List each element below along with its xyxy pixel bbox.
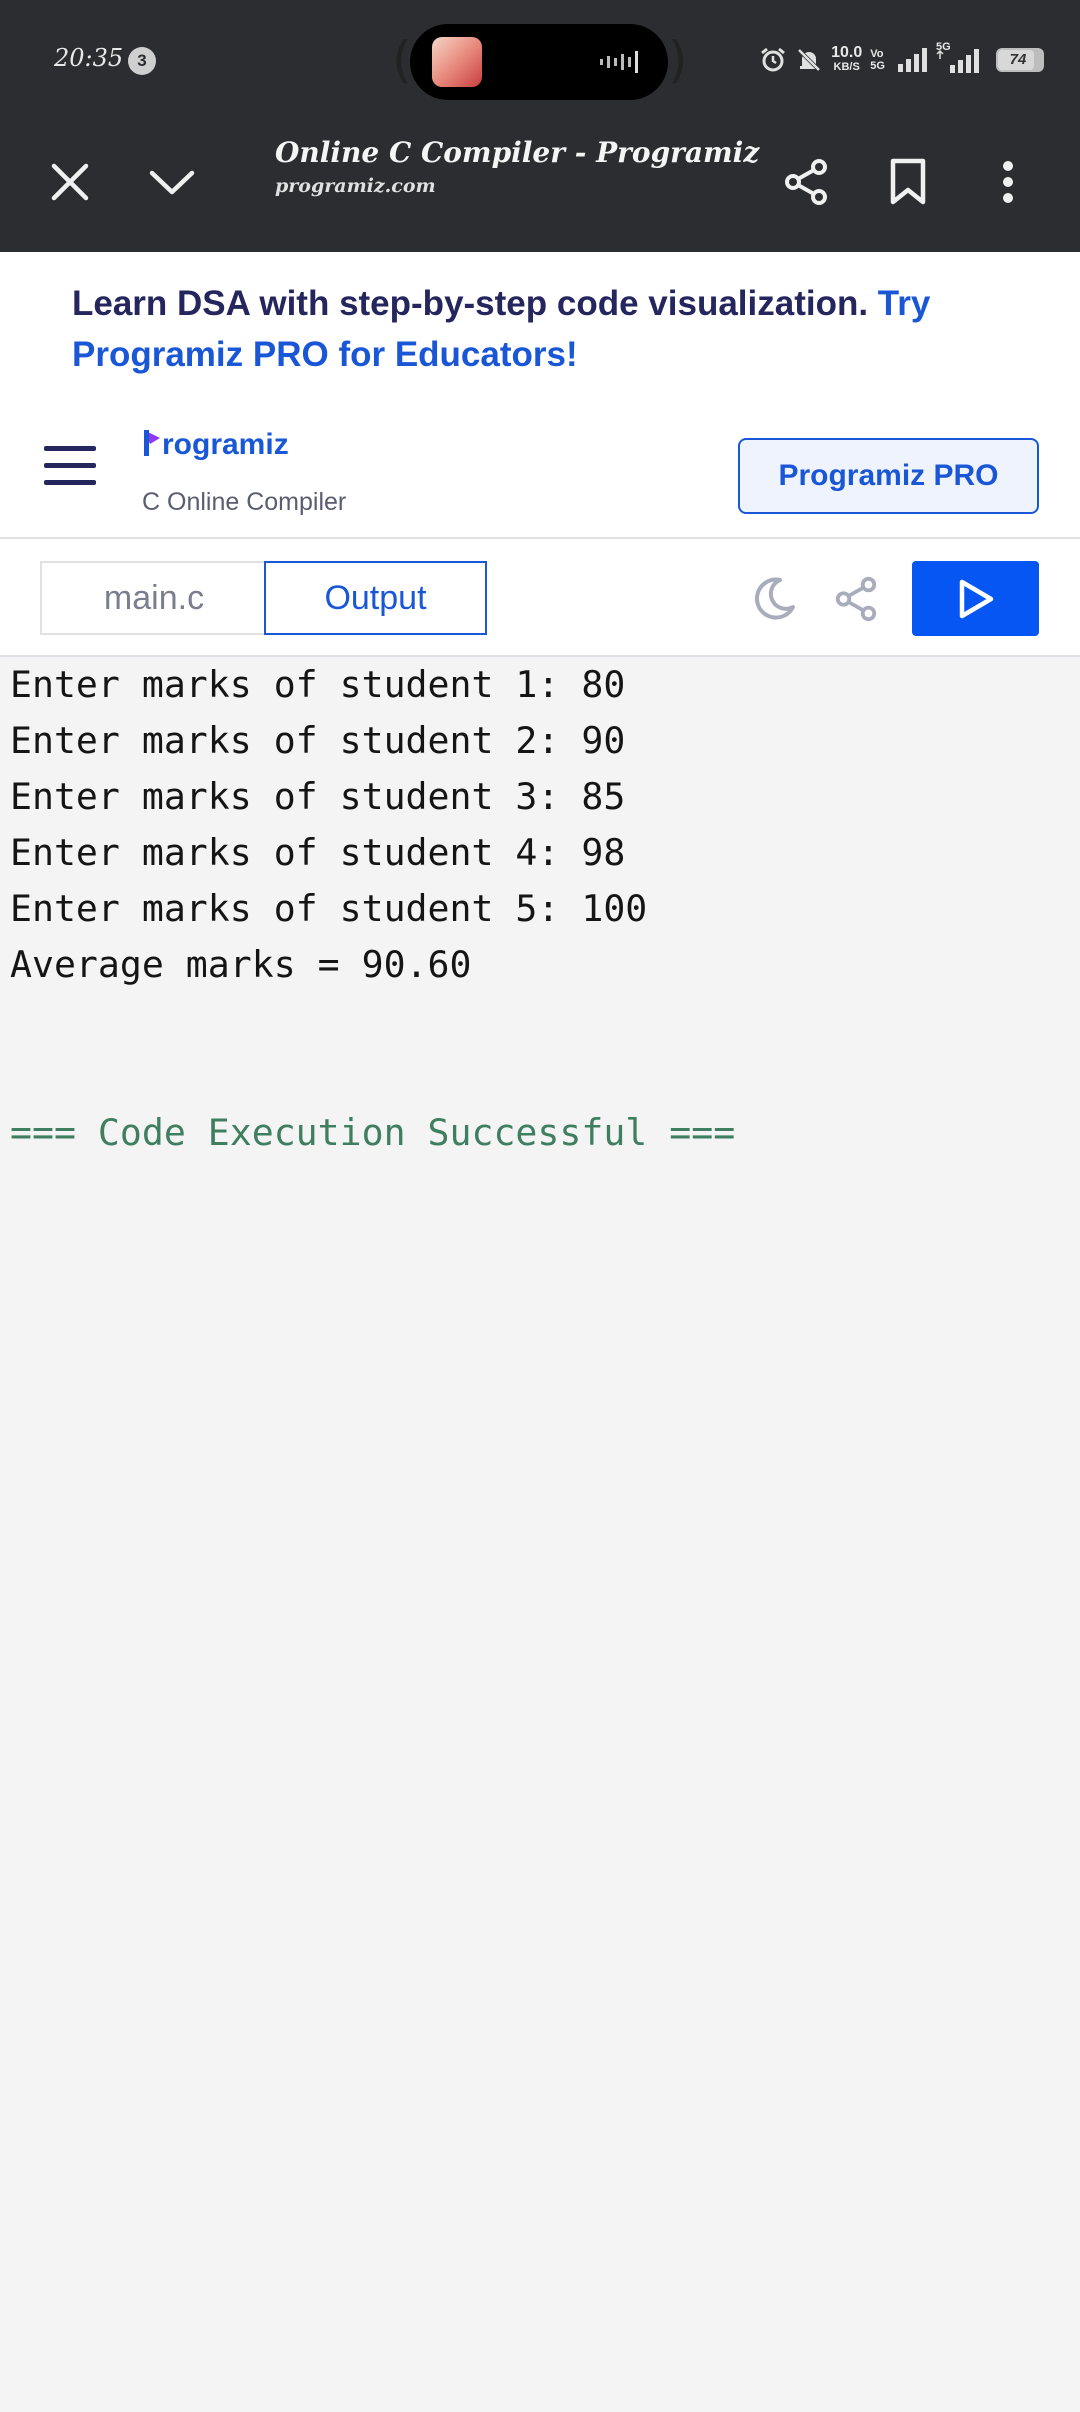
net-speed-value: 10.0 xyxy=(831,44,863,61)
site-header: rogramiz C Online Compiler Programiz PRO xyxy=(0,400,1080,539)
play-icon xyxy=(959,579,993,618)
net-speed: 10.0 KB/S xyxy=(831,45,862,75)
share-button[interactable] xyxy=(774,150,838,214)
alarm-icon xyxy=(761,47,786,72)
battery-icon: 74 xyxy=(996,48,1044,72)
share-icon xyxy=(785,159,827,205)
status-time: 20:35 xyxy=(54,44,124,72)
more-options-button[interactable] xyxy=(976,150,1040,214)
signal-icon xyxy=(898,48,927,72)
close-icon xyxy=(51,163,89,201)
dark-mode-button[interactable] xyxy=(744,569,804,629)
island-bracket-left: ( xyxy=(392,31,412,89)
promo-banner: Learn DSA with step-by-step code visuali… xyxy=(0,252,1080,400)
hamburger-menu-icon[interactable] xyxy=(44,446,100,486)
page-title: Online C Compiler - Programiz xyxy=(275,136,760,169)
browser-toolbar: Online C Compiler - Programiz programiz.… xyxy=(0,122,1080,252)
output-panel: Enter marks of student 1: 80 Enter marks… xyxy=(0,657,1080,2412)
bookmark-button[interactable] xyxy=(876,150,940,214)
status-icons: 10.0 KB/S Vo 5G ⁠ 5G 74 xyxy=(759,41,1044,78)
tab-main-file[interactable]: main.c xyxy=(40,561,266,635)
chevron-down-icon xyxy=(149,170,195,195)
audio-wave-icon xyxy=(600,51,638,73)
volte-indicator: Vo 5G ⁠ xyxy=(870,48,888,72)
compiler-subtitle: C Online Compiler xyxy=(142,488,347,516)
signal-5g-icon: 5G xyxy=(936,41,988,75)
island-bracket-right: ) xyxy=(668,31,688,89)
output-line: Enter marks of student 4: 98 xyxy=(10,831,626,874)
page-title-block[interactable]: Online C Compiler - Programiz programiz.… xyxy=(275,136,759,197)
moon-icon xyxy=(755,577,795,620)
volte-top: Vo xyxy=(870,48,884,60)
run-button[interactable] xyxy=(912,561,1039,636)
more-vert-icon xyxy=(1003,161,1013,203)
minimize-button[interactable] xyxy=(140,150,204,214)
programiz-logo[interactable]: rogramiz xyxy=(142,428,289,462)
output-line: Enter marks of student 5: 100 xyxy=(10,887,648,930)
banner-text: Learn DSA with step-by-step code visuali… xyxy=(72,284,878,323)
editor-tabs-bar: main.c Output xyxy=(0,539,1080,657)
logo-text: rogramiz xyxy=(162,428,289,461)
dynamic-island[interactable] xyxy=(410,24,668,100)
programiz-pro-button[interactable]: Programiz PRO xyxy=(738,438,1039,514)
execution-status: === Code Execution Successful === xyxy=(10,1111,736,1154)
status-bar: 20:35 3 ( ) 10.0 KB/S Vo xyxy=(0,0,1080,122)
notification-count-badge: 3 xyxy=(128,47,156,75)
tab-output[interactable]: Output xyxy=(264,561,487,635)
output-line: Enter marks of student 1: 80 xyxy=(10,663,626,706)
page-url: programiz.com xyxy=(275,175,436,197)
volte-bottom: 5G ⁠ xyxy=(870,60,888,72)
logo-mark-icon xyxy=(144,430,160,456)
close-button[interactable] xyxy=(38,150,102,214)
output-line: Average marks = 90.60 xyxy=(10,943,472,986)
share-icon xyxy=(835,576,877,622)
bookmark-icon xyxy=(890,158,926,205)
output-line: Enter marks of student 2: 90 xyxy=(10,719,626,762)
media-thumbnail-icon xyxy=(432,37,482,87)
battery-level: 74 xyxy=(1009,51,1027,68)
share-code-button[interactable] xyxy=(826,569,886,629)
bell-off-icon xyxy=(797,48,821,72)
output-line: Enter marks of student 3: 85 xyxy=(10,775,626,818)
net-speed-unit: KB/S xyxy=(833,61,860,73)
